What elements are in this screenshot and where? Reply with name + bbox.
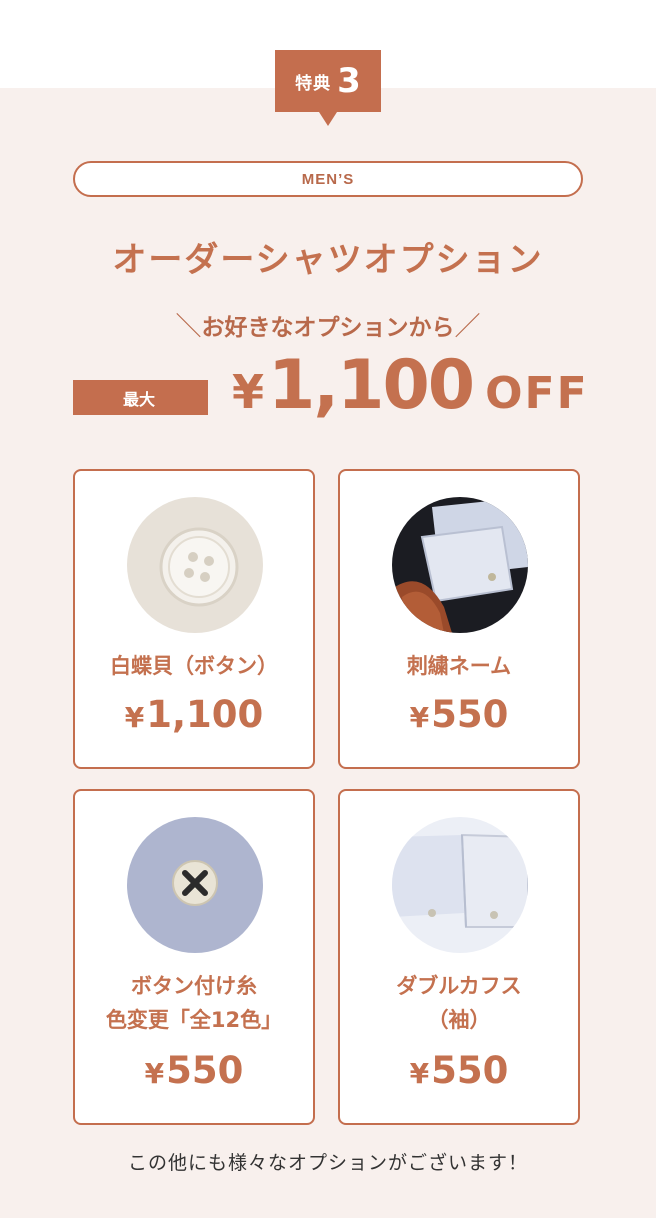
embroidered-cuff-photo [392, 497, 528, 633]
subtitle: ＼お好きなオプションから／ [0, 306, 656, 343]
category-pill: MEN’S [73, 161, 583, 197]
discount-yen: ¥ [232, 365, 265, 419]
option-card-embroidery: 刺繍ネーム ¥550 [338, 469, 580, 769]
option-name: ボタン付け糸 [131, 974, 257, 998]
double-cuff-photo [392, 817, 528, 953]
subtitle-right-slash: ／ [454, 312, 481, 342]
footer-note: この他にも様々なオプションがございます！ [127, 1152, 528, 1174]
option-card-button-thread: ボタン付け糸 色変更「全12色」 ¥550 [73, 789, 315, 1125]
badge-label: 特典 [295, 73, 332, 94]
option-price: ¥1,100 [124, 693, 264, 736]
discount-amount: ¥ 1,100 OFF [232, 346, 589, 426]
option-card-double-cuff: ダブルカフス （袖） ¥550 [338, 789, 580, 1125]
badge-number: 3 [337, 61, 361, 101]
subtitle-text: お好きなオプションから [201, 315, 455, 341]
benefit-badge: 特典 3 [275, 50, 381, 126]
page-title: オーダーシャツオプション [112, 240, 544, 280]
option-name: ダブルカフス [396, 974, 522, 998]
option-name-line2: 色変更「全12色」 [105, 1008, 283, 1032]
subtitle-left-slash: ＼ [175, 312, 202, 342]
option-price: ¥550 [409, 693, 509, 736]
option-name: 刺繍ネーム [406, 654, 512, 678]
shell-button-photo [127, 497, 263, 633]
discount-value: 1,100 [268, 346, 475, 425]
option-price: ¥550 [409, 1049, 509, 1092]
option-price: ¥550 [144, 1049, 244, 1092]
option-card-shell-button: 白蝶貝（ボタン） ¥1,100 [73, 469, 315, 769]
button-thread-photo [127, 817, 263, 953]
option-name: 白蝶貝（ボタン） [110, 654, 278, 678]
max-tag: 最大 [73, 380, 208, 415]
discount-off: OFF [485, 368, 589, 419]
option-name-line2: （袖） [427, 1008, 491, 1032]
